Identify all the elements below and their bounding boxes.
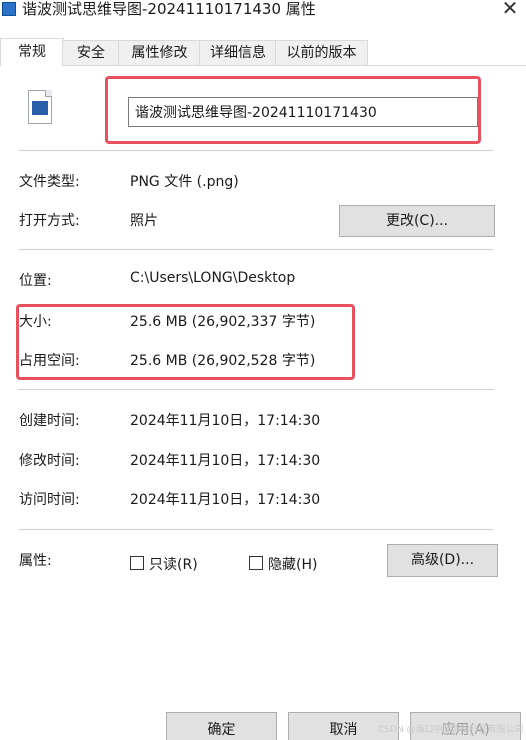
advanced-button[interactable]: 高级(D)...	[387, 544, 498, 577]
image-thumbnail	[32, 101, 48, 115]
close-icon[interactable]: ✕	[498, 0, 522, 20]
divider	[18, 249, 494, 250]
change-button[interactable]: 更改(C)...	[339, 205, 495, 237]
modified-value: 2024年11月10日，17:14:30	[130, 453, 321, 469]
created-value: 2024年11月10日，17:14:30	[130, 413, 321, 429]
hidden-checkbox[interactable]	[249, 556, 263, 570]
readonly-checkbox-label[interactable]: 只读(R)	[149, 554, 198, 574]
hidden-checkbox-label[interactable]: 隐藏(H)	[268, 554, 317, 574]
readonly-checkbox[interactable]	[130, 556, 144, 570]
page-fold	[45, 90, 52, 97]
tab-previous-versions[interactable]: 以前的版本	[275, 40, 368, 66]
watermark: CSDN @海口中际智能科技有限公司	[378, 725, 524, 735]
modified-label: 修改时间:	[19, 453, 80, 469]
general-panel: 谐波测试思维导图-20241110171430 文件类型: PNG 文件 (.p…	[0, 66, 526, 740]
file-type-value: PNG 文件 (.png)	[130, 174, 239, 190]
window-title: 谐波测试思维导图-20241110171430 属性	[22, 0, 316, 18]
png-file-icon	[2, 2, 16, 16]
divider	[18, 389, 494, 390]
divider	[18, 150, 494, 151]
tab-security[interactable]: 安全	[62, 40, 120, 66]
accessed-value: 2024年11月10日，17:14:30	[130, 492, 321, 508]
accessed-label: 访问时间:	[19, 492, 80, 508]
open-with-value: 照片	[130, 213, 158, 229]
properties-window: 谐波测试思维导图-20241110171430 属性 ✕ 常规 安全 属性修改 …	[0, 0, 526, 740]
tab-attribute-edit[interactable]: 属性修改	[118, 40, 201, 66]
tab-general[interactable]: 常规	[0, 38, 64, 66]
location-value: C:\Users\LONG\Desktop	[130, 270, 296, 286]
created-label: 创建时间:	[19, 413, 80, 429]
attributes-label: 属性:	[19, 553, 52, 569]
ok-button[interactable]: 确定	[166, 712, 277, 740]
png-image-file-icon	[28, 90, 52, 124]
highlight-box-size	[16, 304, 355, 380]
title-bar: 谐波测试思维导图-20241110171430 属性 ✕	[0, 0, 526, 36]
highlight-box-name	[105, 76, 481, 144]
tab-bar: 常规 安全 属性修改 详细信息 以前的版本	[0, 38, 526, 66]
location-label: 位置:	[19, 273, 52, 289]
file-type-label: 文件类型:	[19, 174, 80, 190]
divider	[18, 529, 494, 530]
open-with-label: 打开方式:	[19, 213, 80, 229]
tab-details[interactable]: 详细信息	[199, 40, 277, 66]
